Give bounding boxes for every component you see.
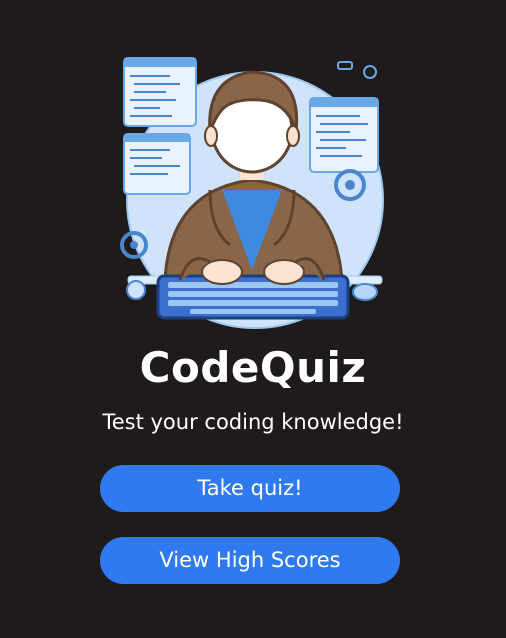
start-screen: CodeQuiz Test your coding knowledge! Tak… — [0, 0, 506, 638]
app-title: CodeQuiz — [139, 343, 367, 392]
view-high-scores-button[interactable]: View High Scores — [100, 537, 400, 584]
tagline: Test your coding knowledge! — [102, 410, 404, 434]
coder-illustration — [110, 40, 395, 330]
developer-icon — [120, 57, 384, 329]
take-quiz-button[interactable]: Take quiz! — [100, 465, 400, 512]
